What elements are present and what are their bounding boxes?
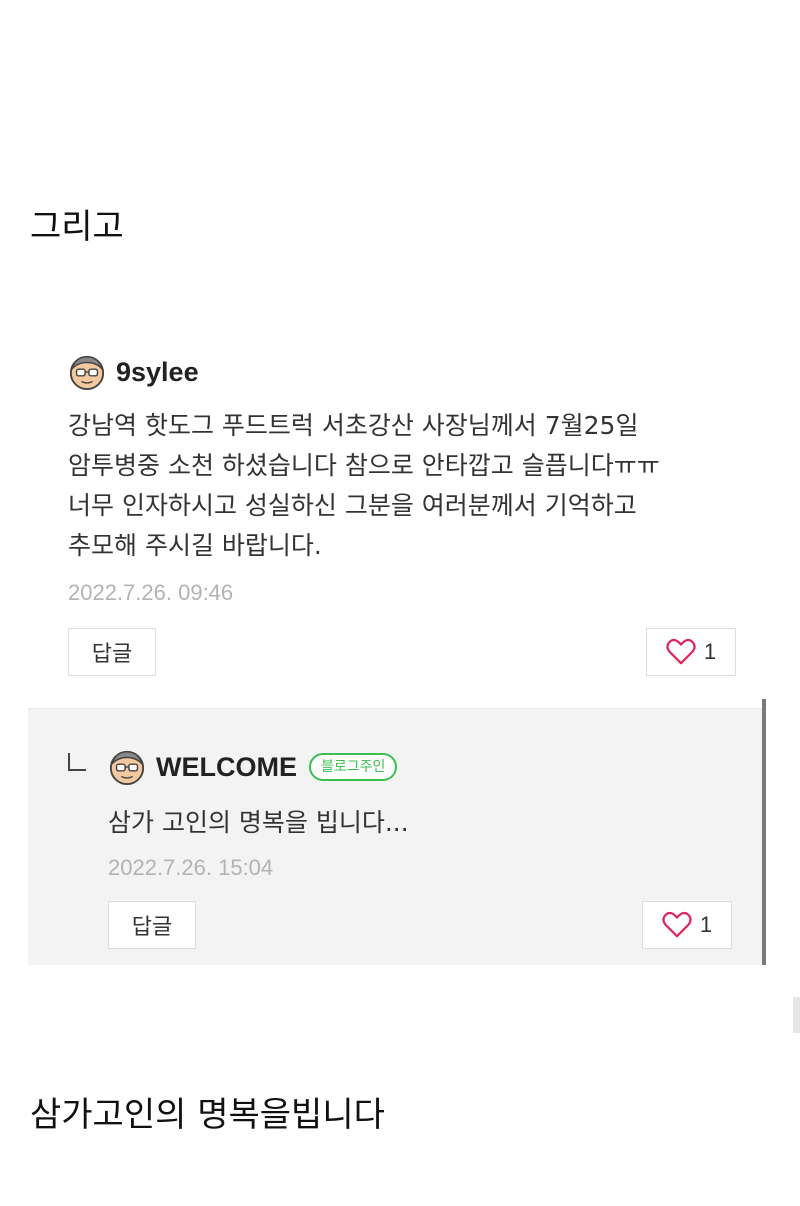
like-button[interactable]: 1: [646, 628, 736, 676]
comment-author-row: 9sylee: [68, 350, 736, 394]
scrollbar[interactable]: [762, 699, 766, 965]
heart-icon: [666, 638, 696, 665]
avatar-icon[interactable]: [108, 748, 146, 786]
top-caption: 그리고: [30, 207, 124, 247]
edge-fragment: [793, 997, 800, 1033]
like-count: 1: [703, 639, 717, 664]
like-count: 1: [699, 912, 713, 937]
comment-item: 9sylee 강남역 핫도그 푸드트럭 서초강산 사장님께서 7월25일 암투병…: [68, 350, 736, 678]
avatar-icon[interactable]: [68, 353, 106, 391]
reply-indent-icon: [68, 753, 86, 771]
comment-author-name[interactable]: 9sylee: [116, 357, 199, 388]
reply-actions: 답글 1: [108, 901, 732, 951]
reply-author-name[interactable]: WELCOME: [156, 752, 297, 783]
bottom-caption: 삼가고인의 명복을빕니다: [30, 1095, 385, 1135]
reply-date: 2022.7.26. 15:04: [108, 855, 274, 880]
reply-section: WELCOME 블로그주인 삼가 고인의 명복을 빕니다... 2022.7.2…: [28, 699, 766, 965]
reply-author-row: WELCOME 블로그주인: [108, 745, 398, 789]
comment-actions: 답글 1: [68, 628, 736, 678]
comment-text: 강남역 핫도그 푸드트럭 서초강산 사장님께서 7월25일 암투병중 소천 하셨…: [68, 411, 660, 560]
blog-owner-badge: 블로그주인: [309, 753, 398, 781]
reply-button[interactable]: 답글: [68, 628, 156, 676]
like-button[interactable]: 1: [642, 901, 732, 949]
reply-button[interactable]: 답글: [108, 901, 196, 949]
reply-text: 삼가 고인의 명복을 빕니다...: [108, 808, 409, 837]
heart-icon: [662, 911, 692, 938]
comment-date: 2022.7.26. 09:46: [68, 580, 234, 605]
